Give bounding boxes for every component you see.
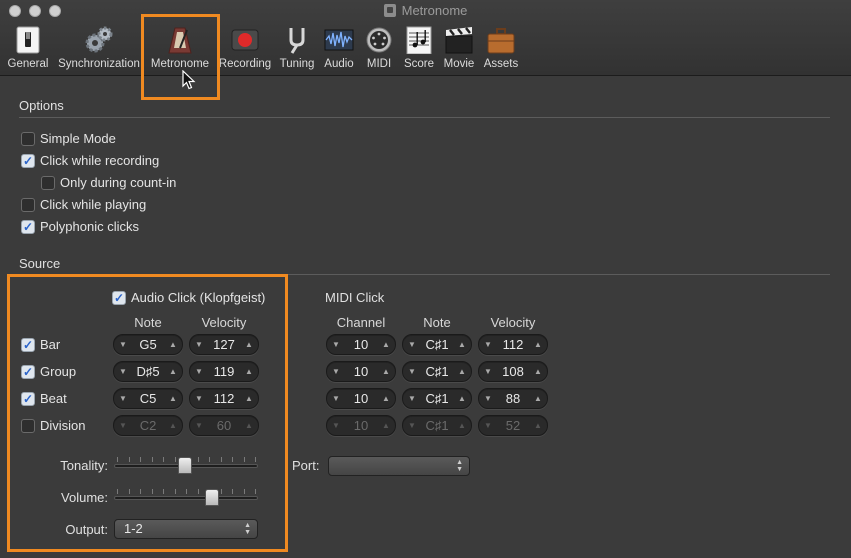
decrement-icon[interactable]: ▼ xyxy=(331,367,341,376)
decrement-icon[interactable]: ▼ xyxy=(331,340,341,349)
decrement-icon: ▼ xyxy=(484,421,492,430)
tab-recording[interactable]: Recording xyxy=(218,22,272,76)
increment-icon[interactable]: ▲ xyxy=(533,394,543,403)
window-title: Metronome xyxy=(0,3,851,18)
briefcase-icon xyxy=(487,28,515,54)
polyphonic-clicks-checkbox[interactable]: ✓ xyxy=(21,219,35,234)
increment-icon[interactable]: ▲ xyxy=(381,340,391,349)
tab-general[interactable]: General xyxy=(4,22,52,76)
waveform-icon xyxy=(324,29,354,51)
decrement-icon: ▼ xyxy=(408,421,416,430)
tab-movie[interactable]: Movie xyxy=(440,22,478,76)
increment-icon[interactable]: ▲ xyxy=(533,340,543,349)
midi-velocity-header: Velocity xyxy=(490,315,536,330)
click-while-playing-option[interactable]: Click while playing xyxy=(21,197,146,212)
click-while-recording-option[interactable]: ✓ Click while recording xyxy=(21,153,159,168)
bar-midi-note-stepper[interactable]: ▼ C♯1 ▲ xyxy=(402,334,472,355)
tab-audio[interactable]: Audio xyxy=(320,22,358,76)
tab-score[interactable]: Score xyxy=(400,22,438,76)
clapperboard-icon xyxy=(445,27,473,54)
decrement-icon[interactable]: ▼ xyxy=(407,367,417,376)
decrement-icon[interactable]: ▼ xyxy=(483,340,493,349)
beat-midi-channel-stepper[interactable]: ▼ 10 ▲ xyxy=(326,388,396,409)
midi-note-header: Note xyxy=(423,315,451,330)
record-button-icon xyxy=(231,29,259,51)
general-switch-icon xyxy=(16,26,40,54)
midi-port-icon xyxy=(366,27,392,53)
decrement-icon[interactable]: ▼ xyxy=(483,367,493,376)
tab-tuning[interactable]: Tuning xyxy=(276,22,318,76)
division-midi-velocity-stepper: ▼ 52 ▲ xyxy=(478,415,548,436)
increment-icon[interactable]: ▲ xyxy=(381,367,391,376)
increment-icon[interactable]: ▲ xyxy=(457,394,467,403)
group-midi-channel-stepper[interactable]: ▼ 10 ▲ xyxy=(326,361,396,382)
click-while-playing-checkbox[interactable] xyxy=(21,197,35,212)
source-section-title: Source xyxy=(19,256,61,271)
decrement-icon[interactable]: ▼ xyxy=(483,394,493,403)
sheet-music-icon xyxy=(406,26,432,54)
midi-click-label: MIDI Click xyxy=(325,290,385,305)
document-proxy-icon xyxy=(383,4,396,17)
metronome-tab-highlight xyxy=(141,14,220,100)
increment-icon[interactable]: ▲ xyxy=(533,367,543,376)
options-divider xyxy=(19,117,830,118)
beat-midi-velocity-stepper[interactable]: ▼ 88 ▲ xyxy=(478,388,548,409)
decrement-icon[interactable]: ▼ xyxy=(407,394,417,403)
popup-arrows-icon: ▲ ▼ xyxy=(456,459,463,473)
increment-icon[interactable]: ▲ xyxy=(457,367,467,376)
mouse-pointer-icon xyxy=(182,70,196,90)
decrement-icon[interactable]: ▼ xyxy=(407,340,417,349)
bar-midi-velocity-stepper[interactable]: ▼ 112 ▲ xyxy=(478,334,548,355)
only-during-count-in-option[interactable]: Only during count-in xyxy=(41,175,176,190)
toolbar: Metronome General Synchronization Metron… xyxy=(0,0,851,76)
group-midi-note-stepper[interactable]: ▼ C♯1 ▲ xyxy=(402,361,472,382)
only-during-count-in-checkbox[interactable] xyxy=(41,175,55,190)
polyphonic-clicks-option[interactable]: ✓ Polyphonic clicks xyxy=(21,219,139,234)
beat-midi-note-stepper[interactable]: ▼ C♯1 ▲ xyxy=(402,388,472,409)
increment-icon: ▲ xyxy=(534,421,542,430)
tab-midi[interactable]: MIDI xyxy=(360,22,398,76)
increment-icon: ▲ xyxy=(382,421,390,430)
increment-icon: ▲ xyxy=(458,421,466,430)
division-midi-note-stepper: ▼ C♯1 ▲ xyxy=(402,415,472,436)
increment-icon[interactable]: ▲ xyxy=(381,394,391,403)
tab-assets[interactable]: Assets xyxy=(480,22,522,76)
bar-midi-channel-stepper[interactable]: ▼ 10 ▲ xyxy=(326,334,396,355)
increment-icon[interactable]: ▲ xyxy=(457,340,467,349)
options-section-title: Options xyxy=(19,98,64,113)
simple-mode-option[interactable]: Simple Mode xyxy=(21,131,116,146)
division-midi-channel-stepper: ▼ 10 ▲ xyxy=(326,415,396,436)
group-midi-velocity-stepper[interactable]: ▼ 108 ▲ xyxy=(478,361,548,382)
port-label: Port: xyxy=(292,458,320,473)
midi-channel-header: Channel xyxy=(336,315,386,330)
simple-mode-checkbox[interactable] xyxy=(21,131,35,146)
audio-click-highlight xyxy=(7,274,288,552)
tuning-fork-icon xyxy=(289,28,305,54)
port-popup[interactable]: ▲ ▼ xyxy=(328,456,470,476)
click-while-recording-checkbox[interactable]: ✓ xyxy=(21,153,35,168)
decrement-icon: ▼ xyxy=(332,421,340,430)
gears-icon xyxy=(85,26,113,53)
decrement-icon[interactable]: ▼ xyxy=(331,394,341,403)
tab-synchronization[interactable]: Synchronization xyxy=(56,22,142,76)
